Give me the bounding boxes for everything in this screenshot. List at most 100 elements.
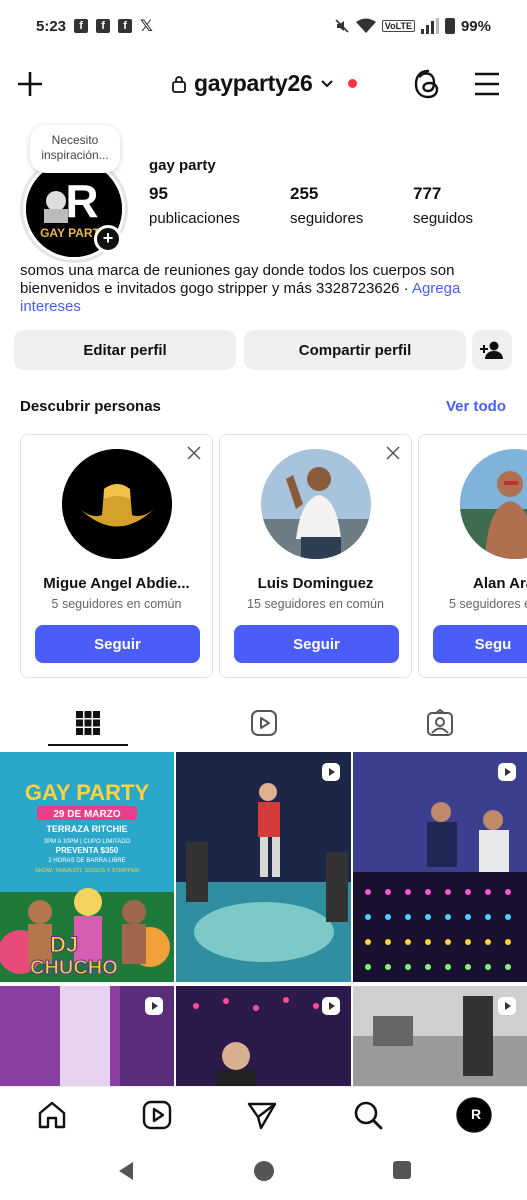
stat-followers[interactable]: 255 seguidores xyxy=(290,184,363,227)
discover-people-button[interactable] xyxy=(472,330,512,370)
follow-button[interactable]: Seguir xyxy=(35,625,200,663)
mutual-followers: 5 seguidores en común xyxy=(51,597,182,611)
profile-actions: Editar perfil Compartir perfil xyxy=(14,330,514,370)
person-photo xyxy=(460,449,527,559)
post-tile[interactable] xyxy=(353,752,527,982)
active-tab-indicator xyxy=(48,744,128,746)
x-notification-icon: 𝕏 xyxy=(140,18,153,35)
party-poster-image: GAY PARTY 29 DE MARZO TERRAZA RITCHIE 3P… xyxy=(0,752,174,982)
reels-icon xyxy=(251,710,277,736)
follow-button[interactable]: Seguir xyxy=(234,625,399,663)
stat-value: 95 xyxy=(149,184,168,203)
plus-icon[interactable] xyxy=(14,68,46,100)
add-person-icon xyxy=(480,341,503,359)
profile-avatar-initial: R xyxy=(471,1106,481,1122)
post-tile[interactable] xyxy=(353,986,527,1086)
bottom-nav: R xyxy=(0,1086,527,1142)
poster-title: GAY PARTY xyxy=(25,780,150,805)
battery-percent: 99% xyxy=(460,17,491,35)
suggestion-avatar[interactable] xyxy=(62,449,172,559)
suggestion-name: Alan Ara xyxy=(473,575,527,592)
lock-icon xyxy=(172,75,186,93)
note-bubble[interactable]: Necesito inspiración... xyxy=(30,125,120,173)
account-switcher[interactable]: gayparty26 xyxy=(172,70,358,97)
battery-icon xyxy=(444,18,455,34)
stat-following[interactable]: 777 seguidos xyxy=(413,184,473,227)
home-circle-icon[interactable] xyxy=(252,1159,276,1183)
reel-badge-icon xyxy=(322,997,340,1015)
suggestion-name: Migue Angel Abdie... xyxy=(43,575,190,592)
bio-text: somos una marca de reuniones gay donde t… xyxy=(20,262,455,297)
person-photo xyxy=(261,449,371,559)
post-tile[interactable] xyxy=(0,986,174,1086)
poster-price: PREVENTA $350 xyxy=(56,846,119,855)
status-right: VoLTE 99% xyxy=(334,18,491,35)
reel-badge-icon xyxy=(498,763,516,781)
reel-badge-icon xyxy=(145,997,163,1015)
tab-tagged[interactable] xyxy=(352,698,527,748)
stat-label: seguidores xyxy=(290,210,364,227)
home-icon[interactable] xyxy=(36,1099,68,1131)
stat-label: publicaciones xyxy=(149,210,240,227)
avatar-initial: R xyxy=(65,175,98,227)
tab-grid[interactable] xyxy=(0,698,176,748)
facebook-notification-icon-3: f xyxy=(118,19,133,33)
grid-icon xyxy=(76,711,100,735)
volte-badge: VoLTE xyxy=(381,20,415,32)
poster-hours: 3PM A 10PM | CUPO LIMITADO xyxy=(44,839,131,845)
profile-tabs xyxy=(0,698,527,748)
stat-value: 777 xyxy=(413,184,442,203)
menu-icon[interactable] xyxy=(472,70,502,98)
discover-title: Descubrir personas xyxy=(20,398,161,415)
poster-dj: DJ xyxy=(50,932,78,957)
threads-icon[interactable] xyxy=(412,68,444,100)
poster-bar: 2 HORAS DE BARRA LIBRE xyxy=(48,858,125,864)
clock: 5:23 xyxy=(36,17,67,35)
edit-profile-button[interactable]: Editar perfil xyxy=(14,330,236,370)
status-left: 5:23 f f f 𝕏 xyxy=(36,16,153,36)
post-tile[interactable] xyxy=(176,986,351,1086)
suggestion-card[interactable]: Alan Ara 5 seguidores e Segu xyxy=(418,434,527,678)
back-icon[interactable] xyxy=(115,1160,137,1182)
poster-dj-name: CHUCHO xyxy=(30,957,118,979)
see-all-link[interactable]: Ver todo xyxy=(446,398,506,415)
send-icon[interactable] xyxy=(246,1099,278,1131)
android-nav-bar xyxy=(0,1144,527,1200)
suggestion-card[interactable]: Luis Dominguez 15 seguidores en común Se… xyxy=(219,434,412,678)
wifi-icon xyxy=(355,18,376,33)
share-profile-button[interactable]: Compartir perfil xyxy=(244,330,466,370)
suggestion-avatar[interactable] xyxy=(460,449,527,559)
dancer-photo xyxy=(176,752,351,982)
chevron-down-icon xyxy=(321,79,334,87)
reel-badge-icon xyxy=(498,997,516,1015)
post-tile[interactable]: GAY PARTY 29 DE MARZO TERRAZA RITCHIE 3P… xyxy=(0,752,174,982)
signal-icon xyxy=(420,18,439,34)
stat-posts[interactable]: 95 publicaciones xyxy=(149,184,240,227)
stat-label: seguidos xyxy=(413,210,474,227)
add-story-button[interactable]: + xyxy=(94,225,122,253)
display-name: gay party xyxy=(149,157,216,174)
profile-header: gayparty26 xyxy=(0,58,527,114)
reels-icon[interactable] xyxy=(141,1099,173,1131)
follow-button[interactable]: Segu xyxy=(433,625,527,663)
mutual-followers: 5 seguidores e xyxy=(449,597,527,611)
poster-date: 29 DE MARZO xyxy=(53,809,120,820)
reel-badge-icon xyxy=(322,763,340,781)
recents-icon[interactable] xyxy=(392,1160,412,1180)
username: gayparty26 xyxy=(194,70,313,96)
tagged-icon xyxy=(427,709,453,736)
posts-grid: GAY PARTY 29 DE MARZO TERRAZA RITCHIE 3P… xyxy=(0,752,527,1086)
search-icon[interactable] xyxy=(352,1099,384,1131)
close-icon[interactable] xyxy=(186,445,202,461)
facebook-notification-icon-2: f xyxy=(96,19,111,33)
profile-avatar[interactable]: R xyxy=(456,1097,492,1133)
tab-reels[interactable] xyxy=(176,698,352,748)
suggestion-avatar[interactable] xyxy=(261,449,371,559)
mute-icon xyxy=(335,19,349,33)
post-tile[interactable] xyxy=(176,752,351,982)
close-icon[interactable] xyxy=(385,445,401,461)
poster-venue: TERRAZA RITCHIE xyxy=(46,824,127,834)
cowboy-hat-icon xyxy=(62,449,172,559)
bio: somos una marca de reuniones gay donde t… xyxy=(20,262,510,316)
suggestion-card[interactable]: Migue Angel Abdie... 5 seguidores en com… xyxy=(20,434,213,678)
